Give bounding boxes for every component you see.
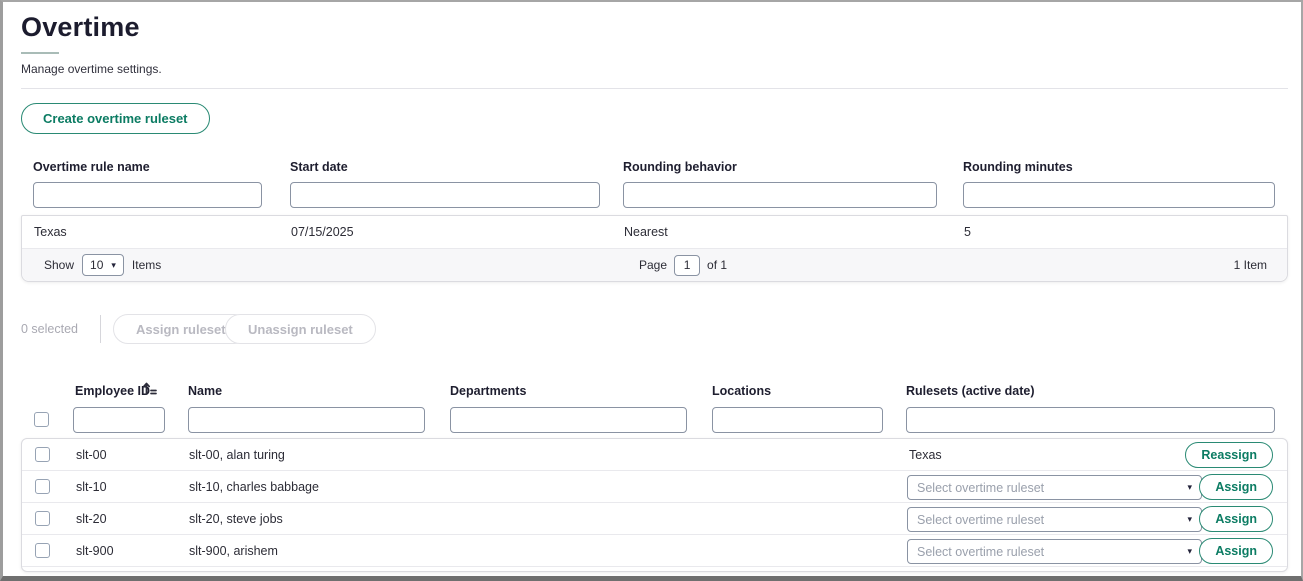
employees-table: slt-00 slt-00, alan turing Texas Reassig… <box>21 438 1288 572</box>
employee-id-cell: slt-20 <box>76 512 107 526</box>
filter-start-date-input[interactable] <box>290 182 600 208</box>
create-overtime-ruleset-button[interactable]: Create overtime ruleset <box>21 103 210 134</box>
filter-rulesets-input[interactable] <box>906 407 1275 433</box>
reassign-button[interactable]: Reassign <box>1185 442 1273 468</box>
employee-name-cell: slt-20, steve jobs <box>189 512 283 526</box>
ruleset-name-cell: Texas <box>34 225 67 239</box>
unassign-ruleset-button[interactable]: Unassign ruleset <box>225 314 376 344</box>
chevron-down-icon: ▾ <box>1187 483 1192 492</box>
ruleset-select-placeholder: Select overtime ruleset <box>917 481 1044 495</box>
pagination-bar: Show 10 ▾ Items Page of 1 1 Item <box>22 249 1287 281</box>
ruleset-select[interactable]: Select overtime ruleset ▾ <box>907 507 1202 532</box>
employee-name-cell: slt-00, alan turing <box>189 448 285 462</box>
filter-departments-input[interactable] <box>450 407 687 433</box>
employee-name-cell: slt-900, arishem <box>189 544 278 558</box>
select-all-checkbox[interactable] <box>34 412 49 427</box>
employee-id-cell: slt-900 <box>76 544 114 558</box>
filter-rounding-minutes-input[interactable] <box>963 182 1275 208</box>
filter-employee-id-input[interactable] <box>73 407 165 433</box>
show-label: Show <box>44 258 74 272</box>
employee-row: slt-10 slt-10, charles babbage Select ov… <box>22 471 1287 503</box>
ruleset-row: Texas 07/15/2025 Nearest 5 <box>22 216 1287 249</box>
items-label: Items <box>132 258 161 272</box>
column-header-name: Name <box>188 384 222 398</box>
filter-locations-input[interactable] <box>712 407 883 433</box>
page-size-select[interactable]: 10 ▾ <box>82 254 124 276</box>
ruleset-start-date-cell: 07/15/2025 <box>291 225 354 239</box>
page-title: Overtime <box>21 12 140 43</box>
column-header-locations: Locations <box>712 384 771 398</box>
chevron-down-icon: ▾ <box>1187 547 1192 556</box>
row-checkbox[interactable] <box>35 543 50 558</box>
filter-name-input[interactable] <box>188 407 425 433</box>
page-of-label: of 1 <box>707 258 727 272</box>
ruleset-rounding-minutes-cell: 5 <box>964 225 971 239</box>
assign-button[interactable]: Assign <box>1199 474 1273 500</box>
rulesets-table: Texas 07/15/2025 Nearest 5 Show 10 ▾ Ite… <box>21 215 1288 282</box>
ruleset-rounding-behavior-cell: Nearest <box>624 225 668 239</box>
row-checkbox[interactable] <box>35 447 50 462</box>
filter-rounding-behavior-input[interactable] <box>623 182 937 208</box>
row-checkbox[interactable] <box>35 479 50 494</box>
ruleset-select[interactable]: Select overtime ruleset ▾ <box>907 539 1202 564</box>
title-underline <box>21 52 59 54</box>
sort-ascending-icon[interactable] <box>142 381 158 401</box>
assign-button[interactable]: Assign <box>1199 538 1273 564</box>
column-header-overtime-rule-name: Overtime rule name <box>33 160 150 174</box>
column-header-rounding-behavior: Rounding behavior <box>623 160 737 174</box>
ruleset-select-placeholder: Select overtime ruleset <box>917 545 1044 559</box>
employee-id-cell: slt-00 <box>76 448 107 462</box>
header-divider <box>21 88 1288 89</box>
page-subtitle: Manage overtime settings. <box>21 62 162 76</box>
ruleset-select[interactable]: Select overtime ruleset ▾ <box>907 475 1202 500</box>
filter-overtime-rule-name-input[interactable] <box>33 182 262 208</box>
bulk-actions-divider <box>100 315 101 343</box>
column-header-employee-id[interactable]: Employee ID <box>75 384 150 398</box>
employee-ruleset-cell: Texas <box>909 448 942 462</box>
employee-row: slt-20 slt-20, steve jobs Select overtim… <box>22 503 1287 535</box>
app-window: Overtime Manage overtime settings. Creat… <box>0 0 1303 581</box>
assign-button[interactable]: Assign <box>1199 506 1273 532</box>
employee-id-cell: slt-10 <box>76 480 107 494</box>
column-header-departments: Departments <box>450 384 526 398</box>
column-header-start-date: Start date <box>290 160 348 174</box>
page-label: Page <box>639 258 667 272</box>
selected-count-label: 0 selected <box>21 322 78 336</box>
employee-row: slt-00 slt-00, alan turing Texas Reassig… <box>22 439 1287 471</box>
row-checkbox[interactable] <box>35 511 50 526</box>
employee-row: slt-900 slt-900, arishem Select overtime… <box>22 535 1287 567</box>
column-header-rulesets: Rulesets (active date) <box>906 384 1035 398</box>
employee-name-cell: slt-10, charles babbage <box>189 480 319 494</box>
page-size-value: 10 <box>90 258 103 272</box>
page-number-input[interactable] <box>674 255 700 276</box>
chevron-down-icon: ▾ <box>1187 515 1192 524</box>
ruleset-select-placeholder: Select overtime ruleset <box>917 513 1044 527</box>
chevron-down-icon: ▾ <box>111 261 116 270</box>
column-header-rounding-minutes: Rounding minutes <box>963 160 1073 174</box>
total-items-label: 1 Item <box>1234 258 1267 272</box>
